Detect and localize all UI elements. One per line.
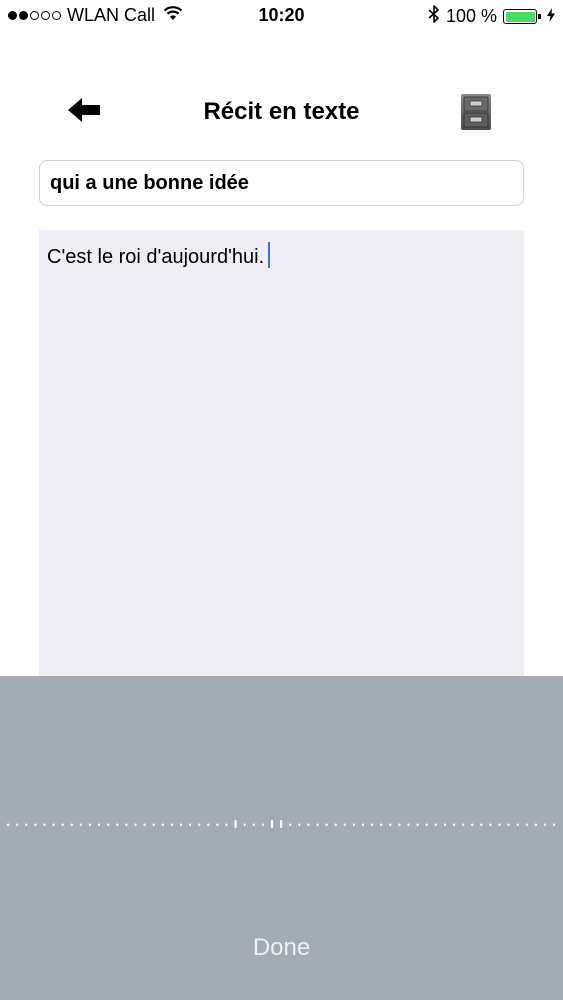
waveform-dot [7, 823, 10, 826]
text-caret [268, 242, 271, 268]
waveform-dot [289, 823, 292, 826]
waveform-dot [34, 823, 37, 826]
waveform-dot [261, 823, 264, 826]
file-cabinet-icon [456, 94, 496, 136]
waveform-dot [425, 823, 428, 826]
waveform-dot [98, 823, 101, 826]
title-field[interactable]: qui a une bonne idée [39, 160, 524, 206]
waveform-dot [161, 823, 164, 826]
waveform-dot [116, 823, 119, 826]
waveform-dot [52, 823, 55, 826]
waveform-dot [516, 823, 519, 826]
title-field-value: qui a une bonne idée [50, 171, 249, 194]
waveform-dot [334, 823, 337, 826]
waveform-dot [243, 823, 246, 826]
waveform-dot [361, 823, 365, 826]
file-cabinet-button[interactable] [456, 92, 496, 132]
waveform-dot [352, 823, 355, 826]
navigation-bar: Récit en texte [0, 80, 563, 144]
charging-bolt-icon [547, 6, 555, 27]
waveform-dot [343, 823, 346, 826]
waveform-dot [280, 820, 283, 828]
waveform-dot [371, 823, 374, 826]
waveform-dot [143, 823, 146, 826]
waveform-dot [107, 823, 110, 826]
waveform-dot [380, 823, 383, 826]
waveform-dot [189, 823, 192, 826]
waveform-dot [225, 823, 228, 826]
waveform-dot [507, 823, 510, 826]
waveform-dot [298, 823, 301, 826]
waveform-dot [307, 823, 310, 826]
waveform-dot [152, 823, 155, 826]
status-bar: WLAN Call 10:20 100 % [0, 0, 563, 32]
battery-level [505, 11, 535, 22]
battery-cap [538, 14, 541, 19]
waveform-dot [170, 823, 173, 826]
waveform-dot [471, 823, 474, 826]
waveform-dot [88, 823, 92, 826]
waveform-dot [179, 823, 183, 826]
waveform-dot [398, 823, 401, 826]
bluetooth-icon [428, 5, 440, 28]
waveform-dot [543, 823, 547, 826]
waveform-dot [270, 820, 274, 828]
waveform-dot [43, 823, 46, 826]
waveform-dot [480, 823, 483, 826]
waveform-dot [534, 823, 537, 826]
waveform-dot [416, 823, 419, 826]
waveform-dot [125, 823, 128, 826]
done-button[interactable]: Done [0, 934, 563, 962]
waveform-dot [452, 823, 456, 826]
waveform-dot [316, 823, 319, 826]
waveform-dot [216, 823, 219, 826]
story-text: C'est le roi d'aujourd'hui. [47, 246, 265, 268]
status-right: 100 % [428, 5, 555, 28]
battery-icon [503, 9, 541, 24]
waveform-dot [407, 823, 410, 826]
waveform-dot [79, 823, 82, 826]
waveform-dot [462, 823, 465, 826]
waveform-dot [553, 823, 556, 826]
waveform-dot [198, 823, 201, 826]
dictation-panel: Done [0, 676, 563, 1000]
waveform-dot [525, 823, 528, 826]
waveform-dot [434, 823, 437, 826]
waveform-dot [443, 823, 446, 826]
battery-percent: 100 % [445, 6, 497, 26]
waveform-dot [134, 823, 137, 826]
waveform-dot [25, 823, 28, 826]
waveform-dot [16, 823, 19, 826]
waveform-dot [70, 823, 73, 826]
waveform-dot [325, 823, 328, 826]
waveform-dot [489, 823, 492, 826]
story-text-area[interactable]: C'est le roi d'aujourd'hui. [39, 230, 524, 676]
waveform-dot [61, 823, 64, 826]
waveform-dot [234, 820, 237, 828]
waveform-dot [252, 823, 255, 826]
dictation-waveform [7, 820, 556, 828]
waveform-dot [389, 823, 392, 826]
waveform-dot [498, 823, 501, 826]
waveform-dot [207, 823, 210, 826]
